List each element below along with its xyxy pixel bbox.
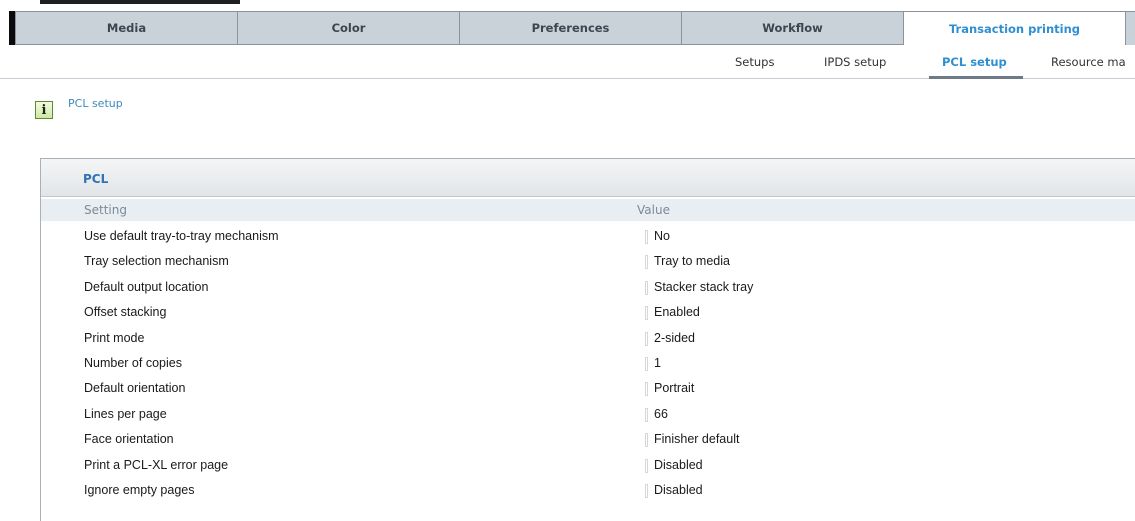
setting-value: Finisher default — [654, 432, 740, 447]
value-marker — [645, 483, 648, 498]
value-marker — [645, 382, 648, 397]
setting-value: 66 — [654, 406, 668, 421]
subtab-setups[interactable]: Setups — [735, 55, 774, 69]
tab-preferences[interactable]: Preferences — [459, 11, 681, 45]
setting-value: Disabled — [654, 482, 703, 497]
value-marker — [645, 356, 648, 371]
top-bar — [40, 0, 240, 4]
setting-value: No — [654, 229, 670, 243]
setting-value: Portrait — [654, 381, 695, 396]
table-row[interactable]: Print a PCL-XL error page Disabled — [41, 453, 1135, 478]
table-row[interactable]: Print mode 2-sided — [41, 326, 1135, 351]
main-tab-bar: Media Color Preferences Workflow Transac… — [0, 11, 1135, 45]
setting-name: Ignore empty pages — [84, 482, 195, 497]
subtab-pcl-setup[interactable]: PCL setup — [942, 55, 1007, 69]
pcl-panel: PCL Setting Value Use default tray-to-tr… — [40, 158, 1135, 521]
setting-name: Default orientation — [84, 381, 186, 396]
table-row[interactable]: Default output location Stacker stack tra… — [41, 275, 1135, 300]
subtab-resource-management[interactable]: Resource ma — [1051, 55, 1126, 69]
column-header: Setting Value — [41, 199, 1135, 221]
sub-tab-bar: Setups IPDS setup PCL setup Resource ma — [0, 45, 1135, 79]
value-marker — [645, 458, 648, 473]
setting-name: Number of copies — [84, 355, 182, 370]
column-value: Value — [637, 203, 670, 217]
settings-list: Use default tray-to-tray mechanism No Tra… — [41, 224, 1135, 503]
setting-name: Tray selection mechanism — [84, 254, 229, 269]
table-row[interactable]: Face orientation Finisher default — [41, 427, 1135, 452]
value-marker — [645, 331, 648, 346]
table-row[interactable]: Offset stacking Enabled — [41, 300, 1135, 325]
setting-value: Tray to media — [654, 254, 730, 269]
setting-value: 2-sided — [654, 330, 695, 345]
value-marker — [645, 230, 648, 244]
value-marker — [645, 280, 648, 295]
setting-name: Print a PCL-XL error page — [84, 457, 229, 472]
setting-name: Default output location — [84, 279, 209, 294]
table-row[interactable]: Ignore empty pages Disabled — [41, 478, 1135, 503]
table-row[interactable]: Use default tray-to-tray mechanism No — [41, 224, 1135, 249]
setting-name: Offset stacking — [84, 305, 167, 320]
value-marker — [645, 433, 648, 448]
value-marker — [645, 255, 648, 270]
setting-value: Stacker stack tray — [654, 279, 754, 294]
setting-name: Lines per page — [84, 406, 167, 421]
setting-value: 1 — [654, 355, 661, 370]
setting-value: Enabled — [654, 305, 700, 320]
tab-media[interactable]: Media — [15, 11, 237, 45]
column-setting: Setting — [84, 203, 127, 217]
info-icon: i — [35, 101, 53, 119]
setting-name: Print mode — [84, 330, 145, 345]
subtab-ipds-setup[interactable]: IPDS setup — [824, 55, 886, 69]
setting-name: Face orientation — [84, 432, 174, 447]
tab-workflow[interactable]: Workflow — [681, 11, 903, 45]
value-marker — [645, 407, 648, 422]
info-text: PCL setup — [68, 97, 123, 110]
value-marker — [645, 306, 648, 321]
setting-name: Use default tray-to-tray mechanism — [84, 229, 279, 243]
setting-value: Disabled — [654, 457, 703, 472]
tab-overflow — [1125, 11, 1135, 45]
panel-title: PCL — [83, 172, 109, 186]
top-strip — [0, 0, 1135, 11]
tab-color[interactable]: Color — [237, 11, 459, 45]
table-row[interactable]: Default orientation Portrait — [41, 376, 1135, 401]
table-row[interactable]: Lines per page 66 — [41, 402, 1135, 427]
active-subtab-underline — [929, 76, 1023, 79]
tab-transaction-printing[interactable]: Transaction printing — [903, 11, 1125, 45]
table-row[interactable]: Tray selection mechanism Tray to media — [41, 249, 1135, 274]
panel-header: PCL — [41, 159, 1135, 197]
table-row[interactable]: Number of copies 1 — [41, 351, 1135, 376]
